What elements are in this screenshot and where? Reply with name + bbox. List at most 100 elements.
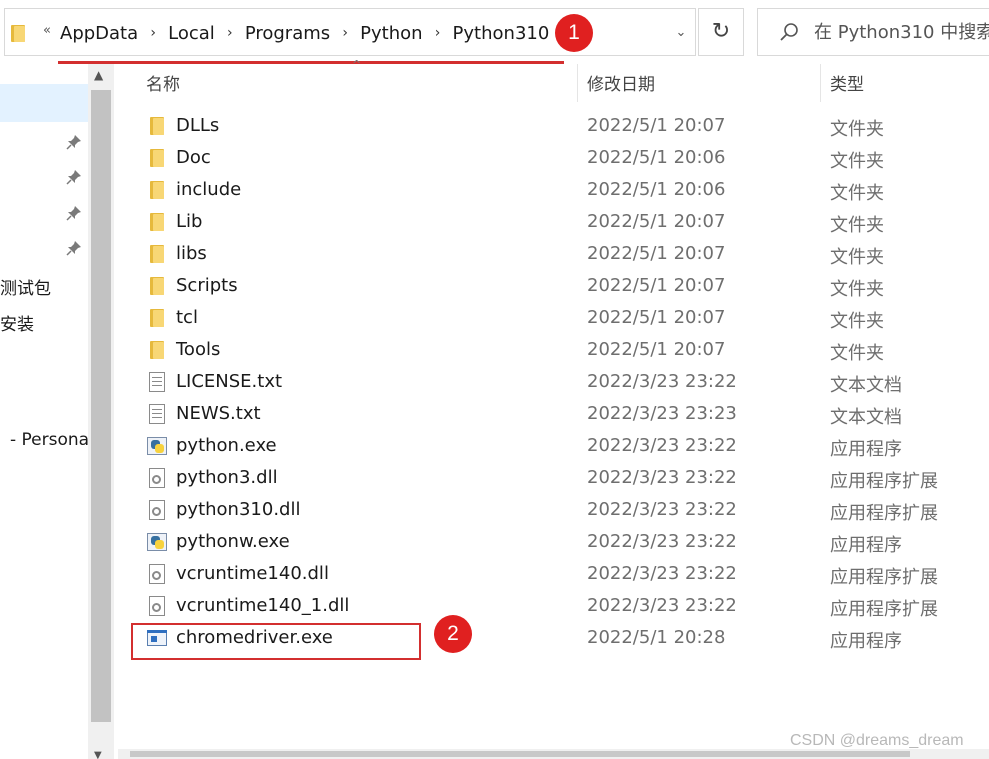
python-icon xyxy=(146,435,168,457)
nav-item-test-package[interactable]: 测试包 xyxy=(0,274,51,299)
file-date: 2022/5/1 20:07 xyxy=(587,275,726,296)
file-date: 2022/3/23 23:22 xyxy=(587,467,737,488)
pin-icon[interactable] xyxy=(66,240,82,256)
pin-icon[interactable] xyxy=(66,134,82,150)
breadcrumb-appdata[interactable]: AppData xyxy=(60,23,138,44)
breadcrumb-overflow-button[interactable]: « xyxy=(43,23,51,38)
chevron-right-icon[interactable]: › xyxy=(423,25,453,41)
file-type: 应用程序扩展 xyxy=(830,567,938,588)
file-name: include xyxy=(176,179,242,200)
file-type: 应用程序 xyxy=(830,535,902,556)
folder-icon xyxy=(146,147,168,169)
scroll-down-icon[interactable]: ▼ xyxy=(94,750,102,759)
annotation-highlight-box xyxy=(131,623,421,660)
file-type: 应用程序扩展 xyxy=(830,599,938,620)
file-date: 2022/3/23 23:22 xyxy=(587,531,737,552)
file-name: LICENSE.txt xyxy=(176,371,283,392)
breadcrumb-local[interactable]: Local xyxy=(168,23,215,44)
file-date: 2022/3/23 23:22 xyxy=(587,435,737,456)
file-row[interactable]: vcruntime140.dll 2022/3/23 23:22 应用程序扩展 xyxy=(118,559,989,591)
file-date: 2022/5/1 20:07 xyxy=(587,307,726,328)
navigation-pane: 测试包 安装 - Personal ▲ ▼ xyxy=(0,64,114,759)
file-type: 应用程序 xyxy=(830,631,902,652)
file-date: 2022/5/1 20:07 xyxy=(587,339,726,360)
file-date: 2022/3/23 23:23 xyxy=(587,403,737,424)
file-type: 文件夹 xyxy=(830,183,884,204)
horizontal-scrollbar[interactable] xyxy=(118,749,989,759)
chevron-right-icon[interactable]: › xyxy=(330,25,360,41)
file-row[interactable]: python.exe 2022/3/23 23:22 应用程序 xyxy=(118,431,989,463)
file-date: 2022/3/23 23:22 xyxy=(587,371,737,392)
file-name: Lib xyxy=(176,211,203,232)
chevron-down-icon[interactable]: ⌄ xyxy=(667,21,695,45)
file-row[interactable]: python3.dll 2022/3/23 23:22 应用程序扩展 xyxy=(118,463,989,495)
nav-item-selected[interactable] xyxy=(0,84,88,122)
file-type: 文本文档 xyxy=(830,407,902,428)
search-box[interactable] xyxy=(757,8,989,56)
file-type: 文件夹 xyxy=(830,151,884,172)
pin-icon[interactable] xyxy=(66,169,82,185)
breadcrumb-python[interactable]: Python xyxy=(360,23,422,44)
column-divider[interactable] xyxy=(577,64,578,102)
nav-item-onedrive-personal[interactable]: - Personal xyxy=(10,430,94,450)
file-row[interactable]: pythonw.exe 2022/3/23 23:22 应用程序 xyxy=(118,527,989,559)
file-name: DLLs xyxy=(176,115,220,136)
folder-icon xyxy=(146,339,168,361)
file-row[interactable]: libs 2022/5/1 20:07 文件夹 xyxy=(118,239,989,271)
folder-icon xyxy=(146,275,168,297)
folder-icon xyxy=(146,243,168,265)
file-type: 文件夹 xyxy=(830,215,884,236)
dll-icon xyxy=(146,499,168,521)
breadcrumb: AppData › Local › Programs › Python › Py… xyxy=(60,21,549,45)
file-type: 文件夹 xyxy=(830,311,884,332)
file-row[interactable]: NEWS.txt 2022/3/23 23:23 文本文档 xyxy=(118,399,989,431)
file-date: 2022/5/1 20:07 xyxy=(587,243,726,264)
file-date: 2022/5/1 20:06 xyxy=(587,147,726,168)
file-name: python3.dll xyxy=(176,467,278,488)
file-date: 2022/3/23 23:22 xyxy=(587,595,737,616)
folder-icon xyxy=(11,25,25,42)
scroll-up-icon[interactable]: ▲ xyxy=(94,68,103,82)
file-name: vcruntime140_1.dll xyxy=(176,595,350,616)
watermark: CSDN @dreams_dream xyxy=(790,732,964,749)
file-type: 文件夹 xyxy=(830,247,884,268)
breadcrumb-programs[interactable]: Programs xyxy=(245,23,330,44)
folder-icon xyxy=(146,211,168,233)
search-icon xyxy=(780,23,798,41)
annotation-badge-2: 2 xyxy=(434,615,472,653)
file-date: 2022/5/1 20:07 xyxy=(587,115,726,136)
horizontal-scrollbar-thumb[interactable] xyxy=(130,751,910,757)
refresh-button[interactable]: ↻ xyxy=(698,8,744,56)
file-row[interactable]: tcl 2022/5/1 20:07 文件夹 xyxy=(118,303,989,335)
file-row[interactable]: vcruntime140_1.dll 2022/3/23 23:22 应用程序扩… xyxy=(118,591,989,623)
chevron-right-icon[interactable]: › xyxy=(138,25,168,41)
nav-scrollbar-thumb[interactable] xyxy=(91,90,111,722)
file-row[interactable]: python310.dll 2022/3/23 23:22 应用程序扩展 xyxy=(118,495,989,527)
file-row[interactable]: Doc 2022/5/1 20:06 文件夹 xyxy=(118,143,989,175)
file-name: NEWS.txt xyxy=(176,403,261,424)
column-name[interactable]: 名称 xyxy=(146,70,180,95)
dll-icon xyxy=(146,467,168,489)
breadcrumb-python310[interactable]: Python310 xyxy=(453,23,550,44)
file-name: Doc xyxy=(176,147,211,168)
file-row[interactable]: Scripts 2022/5/1 20:07 文件夹 xyxy=(118,271,989,303)
column-modified[interactable]: 修改日期 xyxy=(587,70,655,95)
file-row[interactable]: Tools 2022/5/1 20:07 文件夹 xyxy=(118,335,989,367)
file-name: Tools xyxy=(176,339,221,360)
column-type[interactable]: 类型 xyxy=(830,70,864,95)
file-row[interactable]: Lib 2022/5/1 20:07 文件夹 xyxy=(118,207,989,239)
top-bar: « AppData › Local › Programs › Python › … xyxy=(0,0,989,64)
column-divider[interactable] xyxy=(820,64,821,102)
file-type: 文件夹 xyxy=(830,119,884,140)
file-date: 2022/3/23 23:22 xyxy=(587,499,737,520)
file-row[interactable]: include 2022/5/1 20:06 文件夹 xyxy=(118,175,989,207)
pin-icon[interactable] xyxy=(66,205,82,221)
file-row[interactable]: DLLs 2022/5/1 20:07 文件夹 xyxy=(118,111,989,143)
chevron-right-icon[interactable]: › xyxy=(215,25,245,41)
file-name: tcl xyxy=(176,307,198,328)
file-name: Scripts xyxy=(176,275,238,296)
nav-item-install[interactable]: 安装 xyxy=(0,310,34,335)
file-row[interactable]: LICENSE.txt 2022/3/23 23:22 文本文档 xyxy=(118,367,989,399)
file-type: 应用程序扩展 xyxy=(830,471,938,492)
search-input[interactable] xyxy=(814,19,989,45)
